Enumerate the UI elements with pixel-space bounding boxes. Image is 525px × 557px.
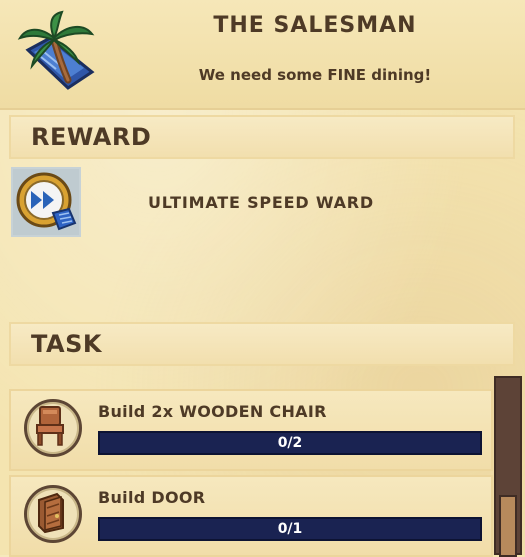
task-progress-bar: 0/2 bbox=[98, 431, 482, 455]
task-row[interactable]: Build DOOR 0/1 bbox=[9, 475, 493, 557]
quest-description: We need some FINE dining! bbox=[198, 66, 432, 84]
speed-ward-icon[interactable] bbox=[11, 167, 81, 237]
task-label: Build DOOR bbox=[98, 488, 206, 507]
task-section-header: TASK bbox=[9, 322, 515, 366]
task-label: Build 2x WOODEN CHAIR bbox=[98, 402, 327, 421]
quest-title: THE SALESMAN bbox=[213, 13, 417, 38]
task-list-scrollbar[interactable] bbox=[494, 376, 522, 557]
wooden-door-icon bbox=[24, 485, 82, 543]
reward-section-header: REWARD bbox=[9, 115, 515, 159]
task-heading: TASK bbox=[31, 330, 102, 358]
reward-heading: REWARD bbox=[31, 123, 152, 151]
scrollbar-thumb[interactable] bbox=[499, 495, 517, 557]
quest-header: THE SALESMAN We need some FINE dining! bbox=[0, 0, 525, 110]
task-progress-text: 0/1 bbox=[277, 521, 303, 537]
reward-item-name: ULTIMATE SPEED WARD bbox=[148, 193, 374, 212]
task-progress-text: 0/2 bbox=[277, 435, 303, 451]
task-progress-bar: 0/1 bbox=[98, 517, 482, 541]
wooden-chair-icon bbox=[24, 399, 82, 457]
palm-tree-island-icon bbox=[14, 10, 96, 94]
task-row[interactable]: Build 2x WOODEN CHAIR 0/2 bbox=[9, 389, 493, 471]
